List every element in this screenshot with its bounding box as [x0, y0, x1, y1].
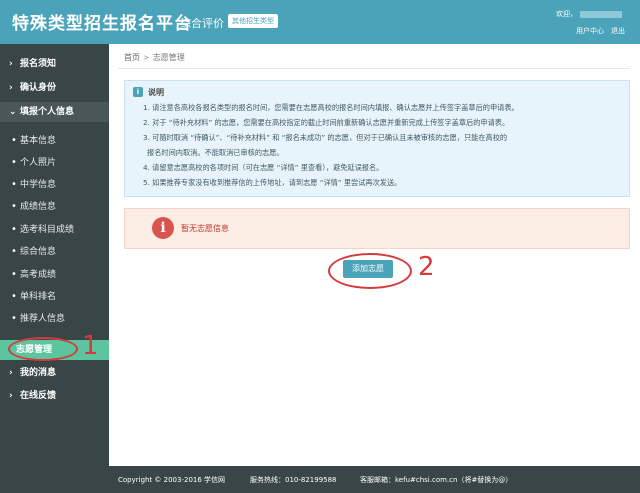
chevron-down-icon: ⌄	[9, 107, 17, 117]
eval-type-label: 综合评价	[180, 17, 224, 30]
site-title: 特殊类型招生报名平台	[12, 14, 192, 34]
sidebar-item-photo[interactable]: • 个人照片	[0, 153, 109, 173]
sidebar-item-subject-ranking[interactable]: • 单科排名	[0, 287, 109, 307]
bullet-icon: •	[11, 246, 17, 257]
breadcrumb-divider	[118, 68, 630, 69]
info-icon: i	[133, 87, 143, 97]
sidebar-item-recommender-info[interactable]: • 推荐人信息	[0, 309, 109, 329]
notice-line: 4. 请留意志愿高校的各项时间（可在志愿 “详情” 里查看），避免延误报名。	[143, 163, 384, 172]
notice-title: 说明	[148, 88, 164, 97]
sidebar-item-personal-info[interactable]: ⌄ 填报个人信息	[0, 102, 109, 122]
sidebar-item-elective-scores[interactable]: • 选考科目成绩	[0, 220, 109, 240]
bullet-icon: •	[11, 201, 17, 212]
chevron-right-icon: ›	[9, 391, 13, 401]
bullet-icon: •	[11, 269, 17, 280]
sidebar-item-gaokao-scores[interactable]: • 高考成绩	[0, 265, 109, 285]
footer: Copyright © 2003-2016 学信网 服务热线：010-82199…	[0, 466, 640, 493]
bullet-icon: •	[11, 291, 17, 302]
annotation-circle-sidebar	[8, 337, 78, 361]
sidebar-item-basic-info[interactable]: • 基本信息	[0, 131, 109, 151]
breadcrumb-current: 志愿管理	[152, 53, 185, 62]
welcome-label: 欢迎，	[556, 10, 577, 18]
sidebar-item-school-info[interactable]: • 中学信息	[0, 175, 109, 195]
bullet-icon: •	[11, 157, 17, 168]
annotation-number-1: 1	[82, 331, 99, 361]
breadcrumb-home-link[interactable]: 首页	[124, 53, 140, 62]
notice-line: 2. 对于 “待补充材料” 的志愿，您需要在高校指定的截止时间前重新确认志愿并重…	[143, 118, 510, 127]
sidebar-item-label: 个人照片	[20, 158, 57, 168]
sidebar-item-label: 确认身份	[20, 83, 57, 93]
notice-line: 3. 可随时取消 “待确认”、“待补充材料” 和 “报名未成功” 的志愿，但对于…	[143, 133, 508, 142]
annotation-circle-button	[328, 253, 412, 289]
warning-icon: i	[152, 217, 174, 239]
sidebar-item-registration-notice[interactable]: › 报名须知	[0, 54, 109, 74]
sidebar-item-label: 单科排名	[20, 292, 57, 302]
sidebar-item-my-messages[interactable]: › 我的消息	[0, 363, 109, 383]
bullet-icon: •	[11, 313, 17, 324]
sidebar-item-grades[interactable]: • 成绩信息	[0, 197, 109, 217]
breadcrumb-separator: >	[143, 53, 150, 62]
bullet-icon: •	[11, 224, 17, 235]
sidebar-item-label: 成绩信息	[20, 202, 57, 212]
sidebar-item-label: 填报个人信息	[20, 107, 75, 117]
sidebar-item-label: 中学信息	[20, 180, 57, 190]
sidebar: › 报名须知 › 确认身份 ⌄ 填报个人信息 • 基本信息 • 个人照片 • 中学信息 • 成…	[0, 44, 109, 466]
notice-line: 1. 请注意各高校各报名类型的报名时间，您需要在志愿高校的报名时间内填报、确认志…	[143, 103, 519, 112]
sidebar-item-label: 报名须知	[20, 59, 57, 69]
bullet-icon: •	[11, 135, 17, 146]
chevron-right-icon: ›	[9, 83, 13, 93]
bullet-icon: •	[11, 179, 17, 190]
sidebar-item-label: 在线反馈	[20, 391, 57, 401]
top-header: 特殊类型招生报名平台 综合评价 其他招生类型 欢迎， 用户中心 退出	[0, 0, 640, 44]
sidebar-item-label: 基本信息	[20, 136, 57, 146]
sidebar-item-confirm-identity[interactable]: › 确认身份	[0, 78, 109, 98]
footer-hotline: 服务热线：010-82199588	[250, 476, 337, 484]
sidebar-item-online-feedback[interactable]: › 在线反馈	[0, 386, 109, 406]
sidebar-item-label: 高考成绩	[20, 270, 57, 280]
annotation-number-2: 2	[418, 252, 435, 282]
switch-type-button[interactable]: 其他招生类型	[228, 14, 278, 28]
footer-copyright: Copyright © 2003-2016 学信网	[118, 476, 226, 484]
footer-email: 客服邮箱：kefu#chsi.com.cn（将#替换为@）	[360, 476, 513, 484]
sidebar-item-comprehensive-info[interactable]: • 综合信息	[0, 242, 109, 262]
logout-link[interactable]: 退出	[611, 26, 625, 36]
sidebar-item-label: 选考科目成绩	[20, 225, 75, 235]
chevron-right-icon: ›	[9, 368, 13, 378]
notice-line: 5. 如果推荐专家没有收到推荐信的上传地址，请到志愿 “详情” 里尝试再次发送。	[143, 178, 402, 187]
sidebar-item-label: 综合信息	[20, 247, 57, 257]
user-center-link[interactable]: 用户中心	[576, 26, 604, 36]
sidebar-item-label: 推荐人信息	[20, 314, 66, 324]
empty-state-panel: i 暂无志愿信息	[124, 208, 630, 249]
empty-state-text: 暂无志愿信息	[181, 224, 229, 233]
welcome-text: 欢迎，	[556, 9, 622, 19]
breadcrumb: 首页 > 志愿管理	[124, 52, 185, 63]
chevron-right-icon: ›	[9, 59, 13, 69]
sidebar-item-label: 我的消息	[20, 368, 57, 378]
notice-panel: i 说明 1. 请注意各高校各报名类型的报名时间，您需要在志愿高校的报名时间内填…	[124, 80, 630, 197]
redacted-username	[580, 10, 622, 18]
notice-line: 报名时间内取消。不能取消已审核的志愿。	[147, 148, 284, 157]
